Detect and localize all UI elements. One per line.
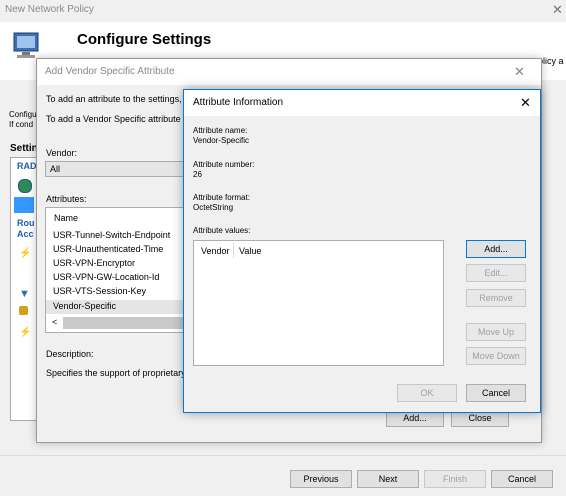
wizard-heading: Configure Settings [77,31,212,48]
attr-close-icon[interactable]: ✕ [520,96,531,109]
settings-item-icon[interactable] [14,197,34,213]
vendor-select-value: All [50,164,61,174]
globe-icon[interactable] [18,179,32,193]
attr-dialog-title: Attribute Information [193,97,284,108]
vsa-instruction-2: To add a Vendor Specific attribute [46,114,181,124]
wizard-footer-divider [0,455,566,456]
vsa-close-icon[interactable]: ✕ [514,65,525,78]
attr-move-down-button[interactable]: Move Down [466,347,526,365]
attr-number-value: 26 [193,170,202,179]
finish-button[interactable]: Finish [424,470,486,488]
attr-values-list[interactable] [193,240,444,366]
list-item[interactable]: USR-VPN-Encryptor [53,257,135,269]
list-item-selected[interactable]: Vendor-Specific [53,300,116,312]
wizard-close-button[interactable]: ✕ [552,3,563,16]
attr-name-value: Vendor-Specific [193,136,250,145]
attr-format-label: Attribute format: [193,193,250,202]
attr-number-label: Attribute number: [193,160,255,169]
attr-cancel-button[interactable]: Cancel [466,384,526,402]
wizard-title: New Network Policy [5,4,94,15]
list-item[interactable]: USR-VPN-GW-Location-Id [53,271,159,283]
attr-col-value[interactable]: Value [239,246,261,256]
attributes-hscrollbar[interactable] [63,317,193,329]
list-item[interactable]: USR-Unauthenticated-Time [53,243,163,255]
tree-acc-label: Acc [17,229,34,239]
attributes-column-name[interactable]: Name [54,213,78,223]
lock-icon[interactable] [19,306,28,315]
vsa-instruction-1: To add an attribute to the settings, [46,94,182,104]
wizard-left-text-2: If cond [9,120,34,129]
description-label: Description: [46,349,94,359]
wizard-left-text-1: Configu [9,110,37,119]
wizard-cancel-button[interactable]: Cancel [491,470,553,488]
attr-name-label: Attribute name: [193,126,248,135]
attr-col-vendor[interactable]: Vendor [201,246,230,256]
vendor-label: Vendor: [46,148,78,158]
attr-add-button[interactable]: Add... [466,240,526,258]
network-icon[interactable]: ⚡ [19,248,31,259]
attr-move-up-button[interactable]: Move Up [466,323,526,341]
next-button[interactable]: Next [357,470,419,488]
attributes-label: Attributes: [46,194,87,204]
attr-edit-button[interactable]: Edit... [466,264,526,282]
attr-dialog: Attribute Information ✕ Attribute name: … [183,89,541,413]
attr-values-label: Attribute values: [193,226,251,235]
tree-rou-label: Rou [17,218,35,228]
list-item[interactable]: USR-Tunnel-Switch-Endpoint [53,229,170,241]
attr-format-value: OctetString [193,203,234,212]
previous-button[interactable]: Previous [290,470,352,488]
list-item[interactable]: USR-VTS-Session-Key [53,285,146,297]
attr-ok-button[interactable]: OK [397,384,457,402]
attr-col-divider [233,242,234,258]
attributes-list[interactable] [45,207,197,333]
vsa-dialog-title: Add Vendor Specific Attribute [45,66,175,77]
attributes-scroll-left[interactable]: < [52,317,57,327]
network-icon-2[interactable]: ⚡ [19,327,31,338]
filter-icon[interactable]: ▼ [19,288,30,300]
tree-rad-label: RAD [17,161,37,171]
description-text: Specifies the support of proprietary [46,368,186,378]
attr-remove-button[interactable]: Remove [466,289,526,307]
settings-label: Settin [10,143,38,154]
vendor-select[interactable]: All [45,161,193,177]
